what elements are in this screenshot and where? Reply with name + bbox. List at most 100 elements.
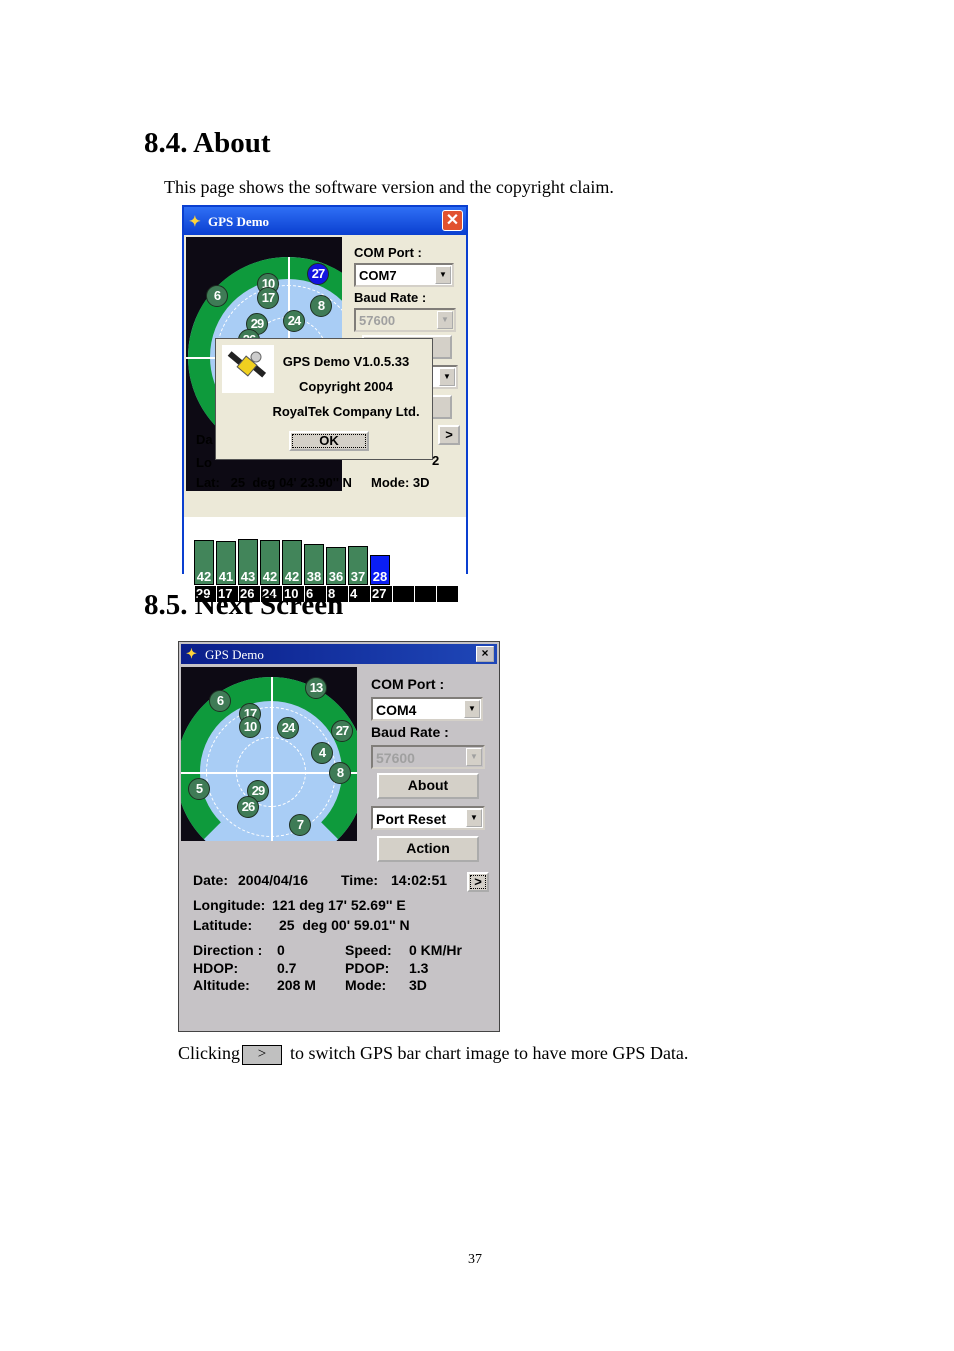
next-button[interactable]: > <box>438 425 460 445</box>
baud-rate-label: Baud Rate : <box>371 724 449 740</box>
signal-bar-label: 36 <box>328 569 344 584</box>
baud-rate-select[interactable]: 57600 ▼ <box>371 745 485 769</box>
mode-value: 3D <box>409 977 427 993</box>
note-prefix: Clicking <box>178 1043 240 1063</box>
close-button[interactable]: ✕ <box>442 210 463 231</box>
window-title: GPS Demo <box>208 214 270 229</box>
satellite-marker: 27 <box>307 263 329 285</box>
title-bar: ✦ GPS Demo ✕ <box>184 207 466 235</box>
section-heading-about: 8.4. About <box>144 127 271 159</box>
satellite-marker: 5 <box>188 778 210 800</box>
altitude-label: Altitude: <box>193 977 250 993</box>
direction-label: Direction : <box>193 942 263 958</box>
satellite-marker: 27 <box>331 720 353 742</box>
satellite-marker: 17 <box>257 287 279 309</box>
gps-demo-window-next: ✦ GPS Demo × 6 13 17 10 24 27 4 8 5 29 2… <box>178 641 500 1032</box>
action-button[interactable]: Action <box>377 836 479 862</box>
signal-bar-label: 38 <box>306 569 322 584</box>
action-button[interactable] <box>430 395 452 419</box>
about-button[interactable]: About <box>377 773 479 799</box>
signal-bar-label: 37 <box>350 569 366 584</box>
chevron-down-icon: ▼ <box>435 266 451 284</box>
signal-bar: 36 <box>326 547 346 585</box>
satellite-marker: 8 <box>310 295 332 317</box>
ok-button[interactable]: OK <box>289 431 369 451</box>
mode-select[interactable]: Port Reset ▼ <box>371 806 485 830</box>
com-port-select[interactable]: COM7 ▼ <box>354 263 454 287</box>
baud-rate-label: Baud Rate : <box>354 290 427 305</box>
satellite-marker: 26 <box>237 796 259 818</box>
next-button-note: Clicking > to switch GPS bar chart image t… <box>178 1043 688 1065</box>
date-value: 2004/04/16 <box>238 872 309 888</box>
next-button[interactable]: > <box>467 872 489 892</box>
chevron-down-icon: ▼ <box>466 809 482 827</box>
hdop-label: HDOP: <box>193 960 239 976</box>
signal-bar-label: 43 <box>240 569 256 584</box>
pdop-value: 1.3 <box>409 960 429 976</box>
com-port-label: COM Port : <box>371 676 445 692</box>
signal-bar: 38 <box>304 544 324 585</box>
window-title: GPS Demo <box>205 647 264 662</box>
direction-value: 0 <box>277 942 285 958</box>
chevron-down-icon: ▼ <box>466 748 482 766</box>
com-port-select[interactable]: COM4 ▼ <box>371 697 483 721</box>
satellite-marker: 24 <box>283 310 305 332</box>
signal-bar: 41 <box>216 541 236 585</box>
pdop-label: PDOP: <box>345 960 390 976</box>
signal-bar: 28 <box>370 555 390 585</box>
satellite-marker: 8 <box>329 762 351 784</box>
satellite-marker: 6 <box>206 285 228 307</box>
signal-bar: 42 <box>260 540 280 585</box>
com-port-label: COM Port : <box>354 245 422 260</box>
version-text: GPS Demo V1.0.5.33 <box>282 354 410 369</box>
prn-cell <box>392 586 414 602</box>
satellite-marker: 24 <box>277 717 299 739</box>
copyright-text: Copyright 2004 <box>299 379 393 394</box>
mode-label: Mode: <box>345 977 387 993</box>
longitude-value: 121 deg 17' 52.69'' E <box>272 897 406 913</box>
signal-bar-label: 41 <box>218 569 234 584</box>
baud-rate-select[interactable]: 57600 ▼ <box>354 308 456 332</box>
date-label: Date: <box>193 872 229 888</box>
chevron-down-icon: ▼ <box>439 368 455 386</box>
title-bar: ✦ GPS Demo × <box>181 644 497 664</box>
prn-cell: 27 <box>370 586 392 602</box>
satellite-marker: 10 <box>239 716 261 738</box>
satellite-marker: 13 <box>305 677 327 699</box>
satellite-marker: 4 <box>311 742 333 764</box>
signal-bar: 43 <box>238 539 258 585</box>
hdop-value: 0.7 <box>277 960 297 976</box>
mode-select[interactable]: ▼ <box>430 365 458 389</box>
satellite-marker: 6 <box>209 690 231 712</box>
mode-line: Mode: 3D <box>371 475 430 490</box>
signal-bar-label: 42 <box>284 569 300 584</box>
signal-bar: 42 <box>194 540 214 585</box>
satellite-marker: 7 <box>289 814 311 836</box>
note-suffix: to switch GPS bar chart image to have mo… <box>290 1043 689 1063</box>
about-dialog: GPS Demo V1.0.5.33 Copyright 2004 RoyalT… <box>215 338 433 460</box>
time-label: Time: <box>341 872 379 888</box>
next-button-illustration: > <box>242 1044 282 1065</box>
satellite-app-icon: ✦ <box>186 646 197 661</box>
company-text: RoyalTek Company Ltd. <box>272 404 420 419</box>
signal-bar-label: 28 <box>372 569 388 584</box>
prn-cell <box>414 586 436 602</box>
close-button[interactable]: × <box>476 646 494 662</box>
altitude-value: 208 M <box>277 977 316 993</box>
signal-bar: 37 <box>348 546 368 585</box>
about-description: This page shows the software version and… <box>164 177 614 197</box>
speed-label: Speed: <box>345 942 392 958</box>
longitude-label-partial: Lo <box>196 455 212 470</box>
speed-value: 0 KM/Hr <box>409 942 462 958</box>
prn-cell: 4 <box>348 586 370 602</box>
latitude-label: Latitude: <box>193 917 253 933</box>
prn-cell <box>436 586 458 602</box>
latitude-line: Lat: 25 deg 04' 23.90'' N <box>196 475 352 490</box>
satellite-app-icon: ✦ <box>189 213 201 229</box>
longitude-value-partial: 2 <box>432 453 440 468</box>
time-value: 14:02:51 <box>391 872 448 888</box>
chevron-down-icon: ▼ <box>437 311 453 329</box>
latitude-value: 25 deg 00' 59.01'' N <box>279 917 410 933</box>
page-number: 37 <box>468 1252 482 1267</box>
signal-bar-label: 42 <box>196 569 212 584</box>
